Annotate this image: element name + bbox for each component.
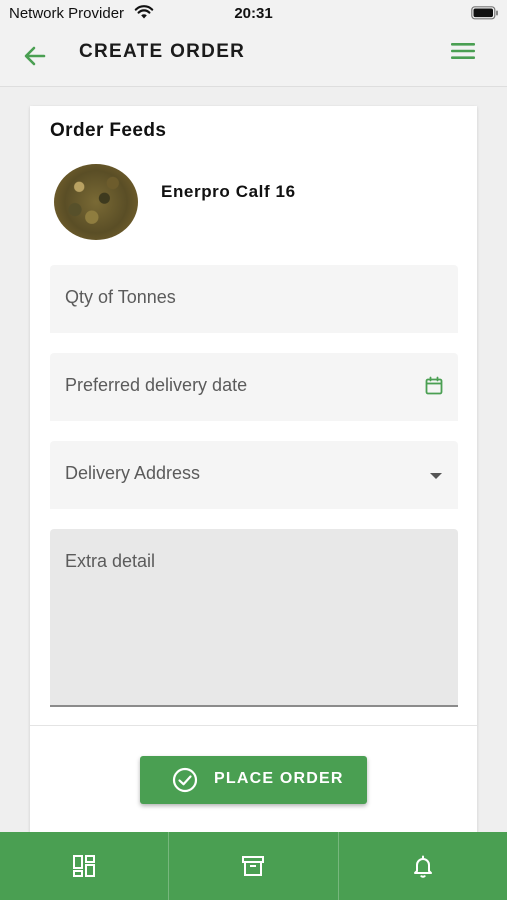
delivery-date-placeholder: Preferred delivery date — [65, 375, 248, 395]
qty-input[interactable]: Qty of Tonnes — [50, 265, 458, 333]
delivery-address-placeholder: Delivery Address — [65, 463, 201, 483]
extra-detail-textarea[interactable]: Extra detail — [50, 529, 458, 707]
section-title: Order Feeds — [50, 120, 167, 141]
archive-icon — [242, 856, 265, 876]
delivery-date-input[interactable]: Preferred delivery date — [50, 353, 458, 421]
qty-placeholder: Qty of Tonnes — [65, 287, 176, 307]
extra-detail-placeholder: Extra detail — [65, 551, 156, 571]
bottom-nav — [0, 832, 507, 900]
place-order-label: PLACE ORDER — [214, 770, 344, 787]
order-card: Order Feeds Enerpro Calf 16 Qty of Tonne… — [30, 106, 477, 846]
product-name: Enerpro Calf 16 — [161, 182, 296, 201]
status-bar: Network Provider 20:31 — [0, 0, 507, 28]
app-header: CREATE ORDER — [0, 28, 507, 87]
calendar-icon[interactable] — [424, 376, 444, 401]
delivery-address-select[interactable]: Delivery Address — [50, 441, 458, 509]
bell-icon — [413, 855, 432, 878]
hamburger-menu-icon[interactable] — [450, 41, 476, 66]
page-title: CREATE ORDER — [79, 41, 246, 62]
back-arrow-icon[interactable] — [22, 44, 48, 73]
dashboard-icon — [73, 855, 96, 877]
tab-dashboard[interactable] — [0, 832, 168, 900]
battery-icon — [471, 6, 499, 24]
clock: 20:31 — [234, 5, 273, 22]
check-circle-icon — [172, 767, 198, 798]
place-order-button[interactable]: PLACE ORDER — [140, 756, 367, 804]
tab-notifications[interactable] — [337, 832, 507, 900]
dropdown-arrow-icon — [428, 468, 444, 486]
product-image — [54, 164, 138, 240]
divider — [30, 725, 477, 726]
tab-archive[interactable] — [168, 832, 337, 900]
